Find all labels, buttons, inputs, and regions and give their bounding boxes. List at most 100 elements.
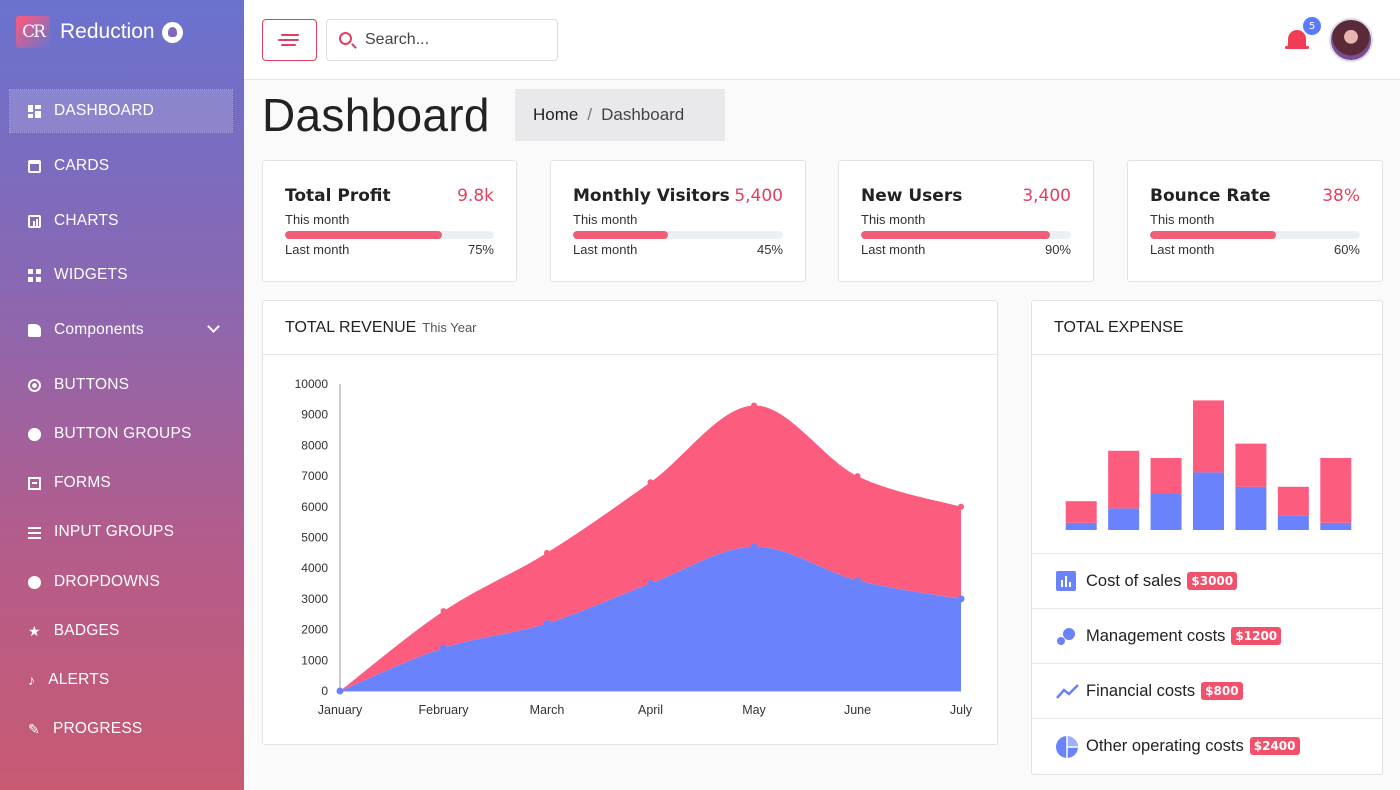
sidebar: CR Reduction DASHBOARD CARDS CHARTS WIDG… xyxy=(0,0,244,790)
y-tick-label: 4000 xyxy=(301,561,328,575)
expense-label: Other operating costs xyxy=(1086,736,1244,755)
stat-card-total-profit: Total Profit 9.8k This month Last month … xyxy=(262,160,517,282)
bar-segment-red xyxy=(1320,458,1352,523)
x-tick-label: March xyxy=(530,703,565,717)
sidebar-item-label: BUTTONS xyxy=(54,376,130,393)
x-tick-label: July xyxy=(950,703,973,717)
sidebar-item-label: INPUT GROUPS xyxy=(54,523,175,540)
github-icon[interactable] xyxy=(161,21,183,43)
button-groups-icon xyxy=(28,427,41,441)
bar-segment-blue xyxy=(1108,508,1140,530)
stat-value: 5,400 xyxy=(734,186,783,206)
sidebar-item-widgets[interactable]: WIDGETS xyxy=(10,254,232,296)
stat-percent: 60% xyxy=(1333,242,1360,257)
sidebar-item-cards[interactable]: CARDS xyxy=(10,145,232,187)
sidebar-item-badges[interactable]: ★ BADGES xyxy=(10,610,232,652)
x-tick-label: April xyxy=(638,703,663,717)
expense-item-cost-of-sales[interactable]: Cost of sales $3000 xyxy=(1032,553,1382,608)
stat-progress xyxy=(1150,231,1360,239)
bar-segment-red xyxy=(1108,450,1140,509)
stat-progress xyxy=(861,231,1071,239)
stat-value: 9.8k xyxy=(457,186,494,206)
expense-amount-badge: $2400 xyxy=(1249,737,1300,755)
revenue-chart: 0 1000 2000 3000 4000 5000 6000 7000 8000 9000 100… xyxy=(295,377,973,717)
data-point xyxy=(751,402,757,409)
breadcrumb-home[interactable]: Home xyxy=(533,105,578,125)
stat-title: Total Profit xyxy=(285,186,391,206)
sidebar-item-buttons[interactable]: BUTTONS xyxy=(10,364,232,406)
expense-item-management-costs[interactable]: Management costs $1200 xyxy=(1032,608,1382,663)
breadcrumb: Home / Dashboard xyxy=(515,89,725,141)
sidebar-item-button-groups[interactable]: BUTTON GROUPS xyxy=(10,413,232,455)
breadcrumb-separator: / xyxy=(587,105,593,124)
stat-title: New Users xyxy=(861,186,963,206)
expense-panel: TOTAL EXPENSE Cost of sales $3000 Manage… xyxy=(1031,300,1383,775)
bar-segment-red xyxy=(1150,458,1182,494)
sidebar-item-forms[interactable]: FORMS xyxy=(10,462,232,504)
sidebar-item-input-groups[interactable]: INPUT GROUPS xyxy=(10,511,232,553)
widgets-icon xyxy=(28,268,41,282)
sidebar-item-progress[interactable]: ✎ PROGRESS xyxy=(10,708,232,750)
stat-subtitle: This month xyxy=(1150,212,1215,227)
trend-line-icon xyxy=(1056,681,1079,701)
data-point xyxy=(958,503,964,510)
stat-progress-fill xyxy=(573,231,668,239)
sidebar-item-dropdowns[interactable]: DROPDOWNS xyxy=(10,561,232,603)
expense-label: Management costs xyxy=(1086,626,1226,645)
stat-subtitle: This month xyxy=(861,212,926,227)
y-tick-label: 2000 xyxy=(301,623,328,637)
y-tick-label: 0 xyxy=(321,684,328,698)
breadcrumb-current: Dashboard xyxy=(601,105,685,124)
data-point xyxy=(854,473,861,480)
expense-item-financial-costs[interactable]: Financial costs $800 xyxy=(1032,663,1382,718)
star-icon: ★ xyxy=(28,622,41,639)
sidebar-item-components[interactable]: Components xyxy=(10,309,232,351)
bar-segment-blue xyxy=(1320,522,1352,530)
expense-label: Financial costs xyxy=(1086,681,1196,700)
bar-segment-red xyxy=(1193,400,1224,473)
chevron-down-icon[interactable] xyxy=(207,320,220,333)
sidebar-item-dashboard[interactable]: DASHBOARD xyxy=(9,89,233,133)
search-icon xyxy=(339,32,352,45)
avatar[interactable] xyxy=(1329,18,1373,62)
stat-progress-fill xyxy=(1150,231,1276,239)
brand[interactable]: CR Reduction xyxy=(16,16,183,48)
stat-value: 3,400 xyxy=(1022,186,1071,206)
y-tick-label: 3000 xyxy=(301,592,328,606)
stat-progress xyxy=(285,231,494,239)
notification-count-badge: 5 xyxy=(1303,17,1321,35)
stat-card-monthly-visitors: Monthly Visitors 5,400 This month Last m… xyxy=(550,160,806,282)
expense-amount-badge: $3000 xyxy=(1187,572,1238,590)
stat-card-bounce-rate: Bounce Rate 38% This month Last month 60… xyxy=(1127,160,1383,282)
stat-subtitle: This month xyxy=(573,212,638,227)
sidebar-item-alerts[interactable]: ♪ ALERTS xyxy=(10,659,232,701)
stat-last-label: Last month xyxy=(861,242,926,257)
search-input[interactable] xyxy=(365,29,545,51)
expense-chart xyxy=(1065,400,1352,530)
expense-item-other-operating-costs[interactable]: Other operating costs $2400 xyxy=(1032,718,1382,773)
revenue-panel: TOTAL REVENUE This Year 0 1000 2000 3000 400… xyxy=(262,300,998,745)
bar-segment-blue xyxy=(1150,494,1182,530)
stat-title: Monthly Visitors xyxy=(573,186,730,206)
bar-segment-red xyxy=(1277,486,1309,516)
sidebar-item-label: CHARTS xyxy=(54,212,119,229)
bar-segment-blue xyxy=(1235,486,1267,530)
stat-title: Bounce Rate xyxy=(1150,186,1271,206)
sidebar-item-charts[interactable]: CHARTS xyxy=(10,200,232,242)
menu-toggle-button[interactable] xyxy=(262,19,317,61)
notification-bell-icon[interactable] xyxy=(1285,30,1309,49)
form-icon xyxy=(28,476,41,490)
y-tick-label: 8000 xyxy=(301,438,328,452)
x-tick-label: June xyxy=(844,703,871,717)
stat-progress-fill xyxy=(285,231,442,239)
stat-percent: 75% xyxy=(467,242,494,257)
menu-icon-line xyxy=(278,39,299,41)
sidebar-item-label: ALERTS xyxy=(48,671,110,688)
dropdown-icon xyxy=(28,575,41,589)
stat-percent: 90% xyxy=(1044,242,1071,257)
radio-button-icon xyxy=(28,378,41,392)
bar-segment-blue xyxy=(1277,515,1309,530)
bubbles-icon xyxy=(1056,626,1076,646)
bar-chart-icon xyxy=(1056,571,1076,591)
y-tick-label: 1000 xyxy=(301,653,328,667)
